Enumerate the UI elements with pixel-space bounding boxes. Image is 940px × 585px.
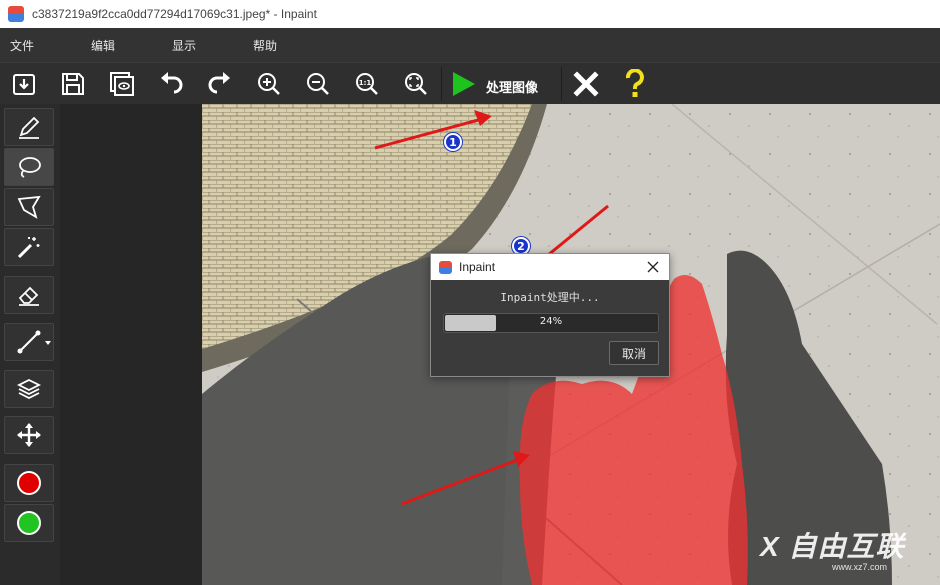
toolbar-separator (561, 67, 562, 101)
save-as-button[interactable] (105, 67, 139, 101)
tool-polygon-lasso[interactable] (4, 188, 54, 226)
redo-button[interactable] (203, 67, 237, 101)
watermark-url: www.xz7.com (832, 562, 888, 572)
save-icon (62, 73, 84, 95)
polygon-lasso-icon (17, 195, 41, 219)
secondary-color-button[interactable] (4, 504, 54, 542)
cancel-process-button[interactable] (569, 67, 603, 101)
layers-icon (16, 378, 42, 400)
menu-view[interactable]: 显示 (172, 37, 196, 54)
help-button[interactable] (618, 67, 652, 101)
play-icon (453, 72, 475, 96)
zoom-out-button[interactable] (301, 67, 335, 101)
chevron-down-icon (45, 341, 51, 345)
open-file-icon (13, 74, 35, 95)
secondary-color-swatch (17, 511, 41, 535)
tool-pencil[interactable] (4, 108, 54, 146)
line-icon (17, 330, 41, 354)
app-logo-icon (439, 260, 452, 274)
dialog-title: Inpaint (459, 260, 496, 274)
primary-color-swatch (17, 471, 41, 495)
tool-magic-wand[interactable] (4, 228, 54, 266)
cancel-button[interactable]: 取消 (609, 341, 659, 365)
menu-edit[interactable]: 编辑 (91, 37, 115, 54)
save-as-icon (110, 72, 134, 96)
progress-text: 24% (539, 316, 563, 327)
zoom-actual-button[interactable]: 1:1 (350, 67, 384, 101)
save-button[interactable] (56, 67, 90, 101)
lasso-icon (19, 157, 41, 178)
menu-help[interactable]: 帮助 (253, 37, 277, 54)
dialog-title-bar: Inpaint (431, 254, 669, 280)
primary-color-button[interactable] (4, 464, 54, 502)
tool-lasso[interactable] (4, 148, 54, 186)
move-icon (17, 423, 41, 447)
app-window: c3837219a9f2cca0dd77294d17069c31.jpeg* -… (0, 0, 940, 585)
undo-icon (161, 72, 183, 94)
process-image-label: 处理图像 (486, 81, 539, 96)
app-logo-icon (8, 6, 24, 22)
window-title: c3837219a9f2cca0dd77294d17069c31.jpeg* -… (32, 7, 317, 21)
eraser-icon (18, 286, 39, 306)
menu-bar: 文件 编辑 显示 帮助 (0, 28, 940, 62)
zoom-out-icon (307, 73, 329, 95)
menu-file[interactable]: 文件 (10, 37, 34, 54)
zoom-fit-button[interactable] (399, 67, 433, 101)
close-icon (573, 71, 599, 97)
toolbar: 1:1 处理图像 (0, 62, 940, 104)
zoom-in-button[interactable] (252, 67, 286, 101)
tool-move[interactable] (4, 416, 54, 454)
panel-background (60, 104, 202, 585)
dialog-close-icon[interactable] (645, 259, 661, 275)
help-icon (625, 69, 644, 97)
tool-panel (0, 104, 60, 585)
zoom-in-icon (258, 73, 280, 95)
magic-wand-icon (17, 237, 40, 259)
zoom-actual-icon: 1:1 (356, 73, 378, 95)
watermark-logo: X 自由互联 (760, 531, 905, 562)
dialog-body: Inpaint处理中... 24% 取消 (431, 280, 669, 376)
zoom-fit-icon (405, 73, 427, 95)
progress-dialog: Inpaint Inpaint处理中... 24% 取消 (430, 253, 670, 377)
redo-icon (208, 72, 230, 94)
title-bar: c3837219a9f2cca0dd77294d17069c31.jpeg* -… (0, 0, 940, 28)
progress-bar: 24% (443, 313, 659, 333)
pencil-icon (19, 116, 40, 139)
tool-line[interactable] (4, 323, 54, 361)
annotation-badge-1: 1 (444, 133, 462, 151)
tool-eraser[interactable] (4, 276, 54, 314)
undo-button[interactable] (154, 67, 188, 101)
tool-layers[interactable] (4, 370, 54, 408)
open-file-button[interactable] (7, 67, 41, 101)
toolbar-separator (441, 67, 442, 101)
svg-text:1:1: 1:1 (359, 79, 372, 87)
processing-status: Inpaint处理中... (500, 291, 600, 304)
